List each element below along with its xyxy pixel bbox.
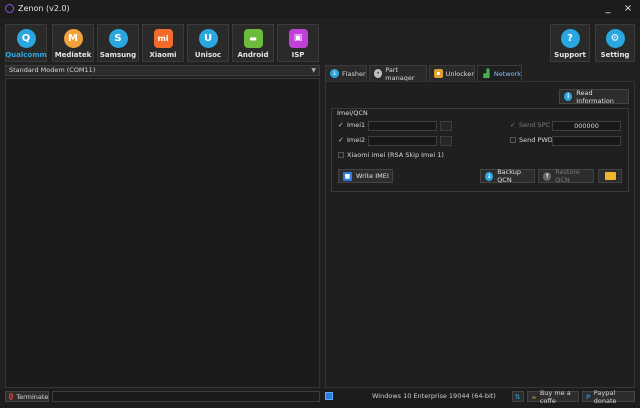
samsung-label: Samsung [99,51,137,59]
checkbox-box-icon [338,152,344,158]
log-area[interactable] [5,78,320,388]
tab-part-manager[interactable]: • Part manager [369,65,427,82]
os-info: Windows 10 Enterprise 19044 (64-bit) [372,392,496,400]
write-imei-button[interactable]: ■ Write IMEI [338,169,393,183]
send-spc-label: Send SPC [519,121,551,129]
send-pwd-label: Send PWD [519,136,553,144]
imei-qcn-group-title: Imei/QCN [335,109,370,117]
coffee-icon: ☕ [531,392,537,401]
signal-icon: ▟ [483,69,490,78]
android-icon: ▬ [243,29,263,48]
buy-coffee-button[interactable]: ☕ Buy me a coffe [527,388,579,405]
help-icon: ? [560,29,580,48]
mediatek-button[interactable]: M Mediatek [52,24,94,62]
spc-field[interactable]: 000000 [552,121,621,131]
isp-button[interactable]: ▣ ISP [277,24,319,62]
close-button[interactable]: × [621,2,635,16]
terminate-label: Terminate [16,392,49,401]
stop-icon: / [9,393,14,400]
android-button[interactable]: ▬ Android [232,24,274,62]
setting-button[interactable]: ⚙ Setting [595,24,635,62]
folder-icon [604,172,616,180]
xiaomi-imei-label: Xiaomi imei (RSA Skip Imei 1) [347,151,444,159]
upload-icon: ↑ [543,171,552,181]
read-information-button[interactable]: i Read Information [559,88,629,105]
paypal-icon: P [586,392,591,401]
imei1-field[interactable] [368,121,437,131]
minimize-button[interactable]: _ [601,2,615,16]
tab-unlocker[interactable]: ▪ Unlocker [429,65,475,82]
imei2-field[interactable] [368,136,437,146]
tab-network-label: Network [493,69,521,78]
port-select-value: Standard Modem (COM11) [9,66,96,74]
gear-icon: ⚙ [605,29,625,48]
send-spc-checkbox[interactable]: ✓ Send SPC [510,121,550,129]
imei1-checkbox[interactable]: ✓ Imei1 [338,121,365,129]
windows-icon [325,392,333,400]
open-folder-button[interactable] [598,169,622,183]
check-icon: ✓ [510,121,516,129]
terminate-button[interactable]: / Terminate [5,391,49,402]
download-icon: ↓ [485,171,494,181]
android-label: Android [237,51,269,59]
write-icon: ■ [343,171,352,181]
qualcomm-button[interactable]: Q Qualcomm [5,24,47,62]
refresh-icon: ⇅ [515,392,521,401]
tab-unlocker-label: Unlocker [445,69,474,78]
xiaomi-imei-checkbox[interactable]: Xiaomi imei (RSA Skip Imei 1) [338,151,444,159]
isp-chip-icon: ▣ [288,29,308,48]
checkbox-box-icon [510,137,516,143]
disk-icon: • [374,69,383,78]
qualcomm-label: Qualcomm [5,51,47,59]
imei2-checkbox[interactable]: ✓ Imei2 [338,136,365,144]
send-pwd-checkbox[interactable]: Send PWD [510,136,553,144]
refresh-button[interactable]: ⇅ [512,391,524,402]
chevron-down-icon: ▼ [311,67,316,74]
progress-bar [52,391,320,402]
mediatek-label: Mediatek [54,51,92,59]
qualcomm-icon: Q [16,29,36,48]
imei1-action-button[interactable] [440,121,452,131]
check-icon: ✓ [338,121,344,129]
check-icon: ✓ [338,136,344,144]
restore-qcn-label: Restore QCN [555,168,580,184]
tab-flasher-label: Flasher [342,69,366,78]
lock-icon: ▪ [434,69,443,78]
isp-label: ISP [291,51,305,59]
backup-qcn-label: Backup QCN [497,168,522,184]
tab-flasher[interactable]: ↓ Flasher [325,65,367,82]
imei1-label: Imei1 [347,121,366,129]
info-icon: i [564,92,573,101]
samsung-button[interactable]: S Samsung [97,24,139,62]
xiaomi-label: Xiaomi [149,51,177,59]
window-title: Zenon (v2.0) [18,4,70,13]
title-bar [0,0,640,18]
support-label: Support [554,51,586,59]
xiaomi-icon: mi [153,29,173,48]
backup-qcn-button[interactable]: ↓ Backup QCN [480,168,535,184]
buy-coffee-label: Buy me a coffe [539,388,571,405]
paypal-donate-button[interactable]: P Paypal donate [582,388,635,405]
paypal-donate-label: Paypal donate [593,388,617,405]
imei2-action-button[interactable] [440,136,452,146]
restore-qcn-button[interactable]: ↑ Restore QCN [538,168,594,184]
pwd-field[interactable] [552,136,621,146]
unisoc-label: Unisoc [194,51,222,59]
unisoc-icon: U [198,29,218,48]
imei2-label: Imei2 [347,136,366,144]
write-imei-label: Write IMEI [356,172,389,180]
app-logo-icon [5,4,14,13]
support-button[interactable]: ? Support [550,24,590,62]
xiaomi-button[interactable]: mi Xiaomi [142,24,184,62]
tab-network[interactable]: ▟ Network [477,65,522,82]
download-icon: ↓ [330,69,339,78]
tab-part-manager-label: Part manager [385,65,415,82]
unisoc-button[interactable]: U Unisoc [187,24,229,62]
setting-label: Setting [600,51,630,59]
samsung-icon: S [108,29,128,48]
read-information-label: Read Information [576,88,614,105]
port-select[interactable]: Standard Modem (COM11) ▼ [5,65,320,76]
mediatek-icon: M [63,29,83,48]
